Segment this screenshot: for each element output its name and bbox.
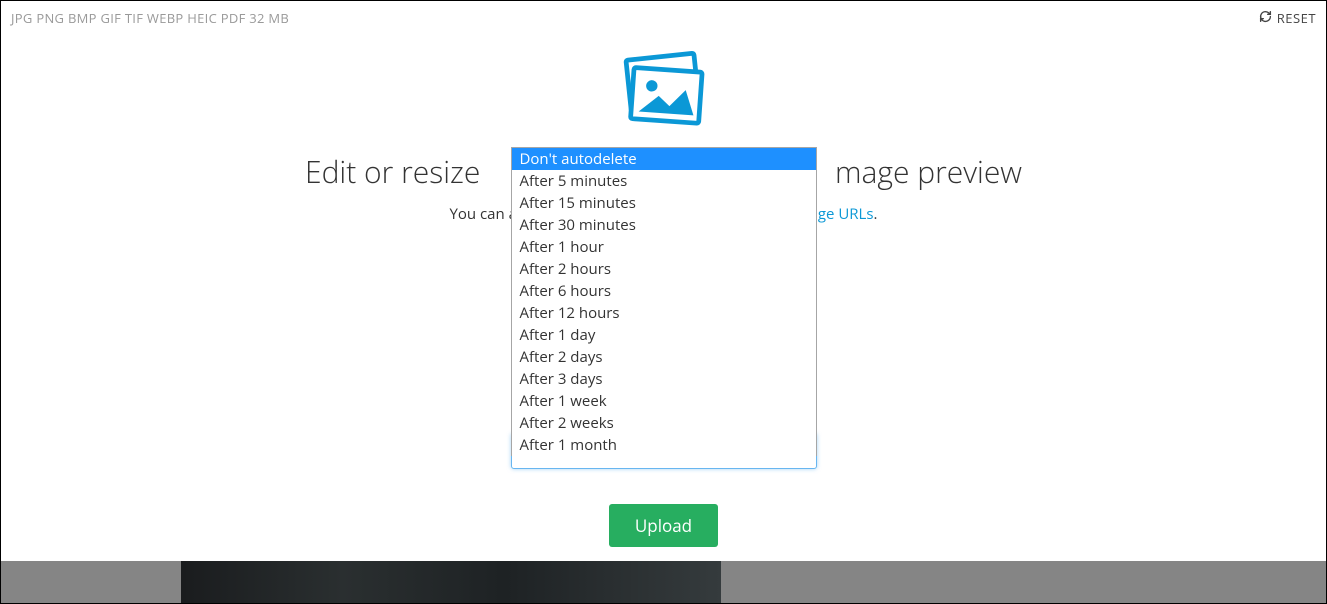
autodelete-option[interactable]: After 6 hours — [512, 280, 816, 302]
autodelete-control: Don't autodeleteAfter 5 minutesAfter 15 … — [511, 433, 817, 547]
autodelete-option[interactable]: After 3 days — [512, 368, 816, 390]
reset-label: RESET — [1277, 9, 1316, 27]
autodelete-option[interactable]: After 1 day — [512, 324, 816, 346]
reset-button[interactable]: RESET — [1259, 9, 1316, 27]
autodelete-option[interactable]: After 2 days — [512, 346, 816, 368]
autodelete-option[interactable]: After 12 hours — [512, 302, 816, 324]
autodelete-option[interactable]: After 1 hour — [512, 236, 816, 258]
autodelete-option[interactable]: After 1 month — [512, 434, 816, 456]
bottom-image-preview — [181, 561, 721, 603]
autodelete-option[interactable]: After 15 minutes — [512, 192, 816, 214]
top-bar: JPG PNG BMP GIF TIF WEBP HEIC PDF 32 MB … — [1, 1, 1326, 41]
autodelete-option[interactable]: Don't autodelete — [512, 148, 816, 170]
reset-icon — [1259, 9, 1272, 27]
autodelete-dropdown-list[interactable]: Don't autodeleteAfter 5 minutesAfter 15 … — [511, 147, 817, 456]
upload-button[interactable]: Upload — [609, 504, 718, 547]
autodelete-option[interactable]: After 1 week — [512, 390, 816, 412]
image-urls-link[interactable]: age URLs — [810, 204, 874, 224]
supported-formats-label: JPG PNG BMP GIF TIF WEBP HEIC PDF 32 MB — [11, 9, 289, 27]
autodelete-option[interactable]: After 2 weeks — [512, 412, 816, 434]
autodelete-option[interactable]: After 2 hours — [512, 258, 816, 280]
autodelete-option[interactable]: After 30 minutes — [512, 214, 816, 236]
images-icon — [611, 49, 716, 139]
autodelete-option[interactable]: After 5 minutes — [512, 170, 816, 192]
